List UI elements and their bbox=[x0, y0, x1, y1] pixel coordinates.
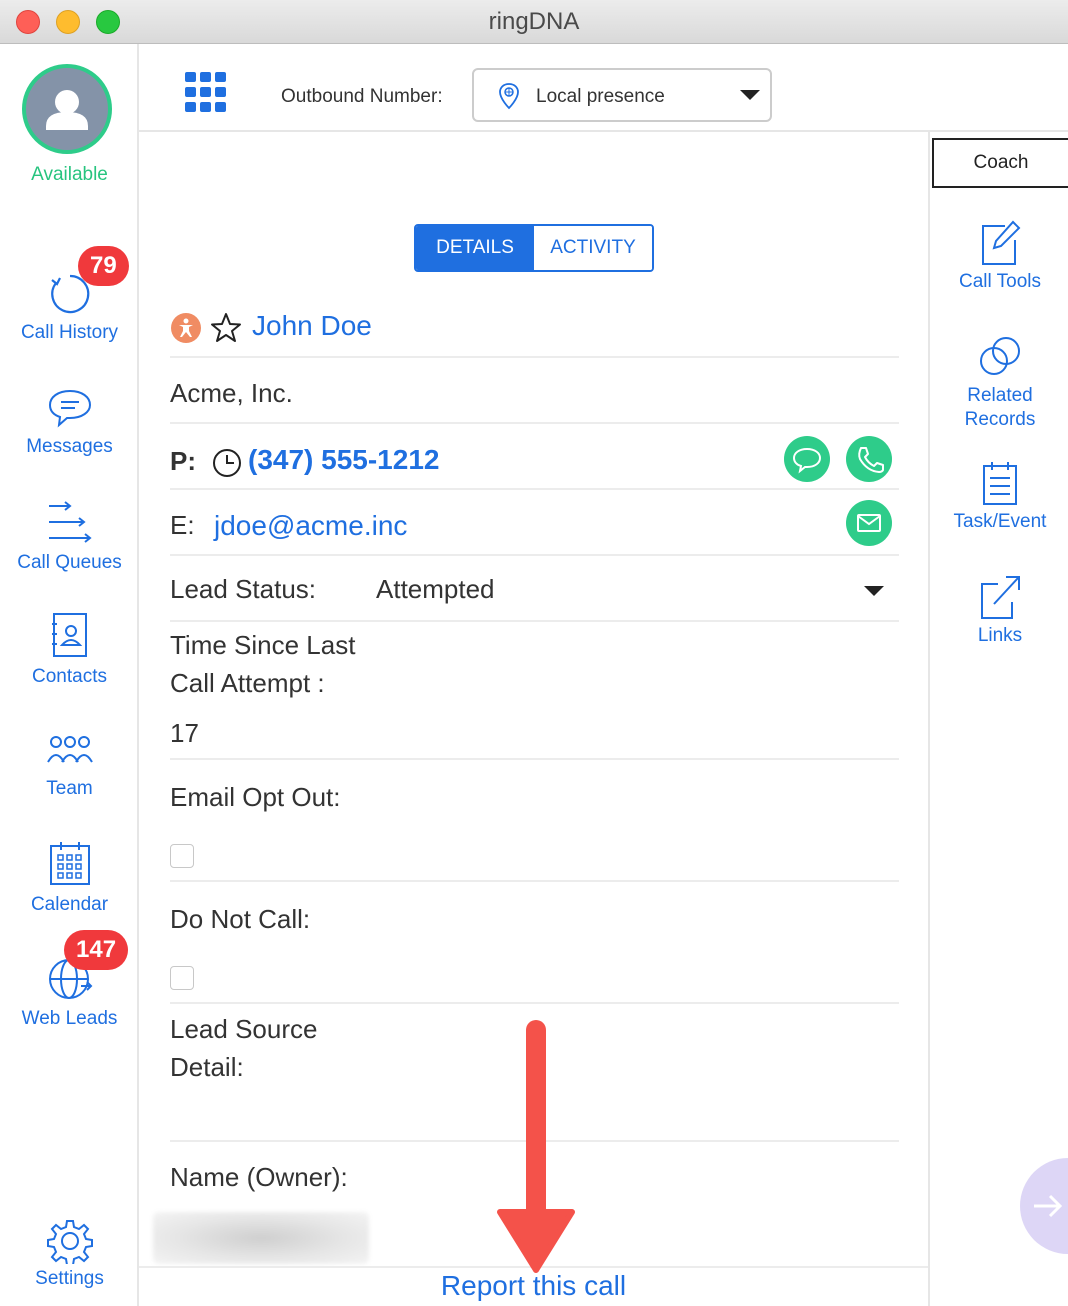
web-leads-badge: 147 bbox=[64, 930, 129, 970]
location-pin-icon bbox=[499, 83, 519, 110]
sidebar-item-label: Call History bbox=[20, 322, 119, 343]
availability-status[interactable]: Available bbox=[0, 164, 139, 186]
email-opt-out-row: Email Opt Out: bbox=[170, 760, 899, 882]
email-row: E: jdoe@acme.inc bbox=[170, 490, 899, 556]
task-list-icon bbox=[983, 462, 1017, 505]
contact-name-link[interactable]: John Doe bbox=[252, 310, 372, 342]
window-title: ringDNA bbox=[488, 8, 580, 35]
external-link-icon bbox=[981, 576, 1020, 619]
lead-status-select[interactable]: Attempted bbox=[376, 564, 896, 612]
team-icon bbox=[46, 736, 93, 763]
footer-divider bbox=[139, 1266, 928, 1268]
envelope-icon bbox=[857, 514, 881, 532]
outbound-number-label: Outbound Number: bbox=[281, 86, 443, 107]
email-label: E: bbox=[170, 510, 195, 540]
do-not-call-label: Do Not Call: bbox=[170, 904, 311, 934]
chevron-down-icon bbox=[740, 90, 760, 100]
owner-label: Name (Owner): bbox=[170, 1162, 348, 1192]
email-opt-out-label: Email Opt Out: bbox=[170, 782, 341, 812]
phone-number-link[interactable]: (347) 555-1212 bbox=[248, 444, 439, 476]
sidebar-item-calendar[interactable]: Calendar bbox=[0, 840, 139, 916]
email-link[interactable]: jdoe@acme.inc bbox=[214, 510, 407, 542]
chat-bubble-icon bbox=[48, 389, 91, 428]
lead-source-label: Lead Source Detail: bbox=[170, 1014, 318, 1082]
sidebar-item-messages[interactable]: Messages bbox=[0, 388, 139, 458]
calendar-icon bbox=[49, 842, 90, 885]
sidebar-item-contacts[interactable]: Contacts bbox=[0, 612, 139, 688]
rail-item-call-tools[interactable]: Call Tools bbox=[930, 220, 1068, 294]
lead-type-icon bbox=[171, 313, 201, 343]
rail-item-links[interactable]: Links bbox=[930, 574, 1068, 648]
phone-label: P: bbox=[170, 446, 196, 476]
window-titlebar: ringDNA bbox=[0, 0, 1068, 44]
owner-name-redacted bbox=[153, 1212, 369, 1264]
top-header: Outbound Number: Local presence bbox=[139, 44, 1068, 132]
sidebar-item-settings[interactable]: Settings bbox=[0, 1218, 139, 1290]
sidebar-item-label: Team bbox=[46, 778, 93, 799]
user-avatar[interactable] bbox=[22, 64, 112, 154]
rail-item-task-event[interactable]: Task/Event bbox=[930, 460, 1068, 534]
lead-status-label: Lead Status: bbox=[170, 574, 316, 604]
rail-item-related-records[interactable]: Related Records bbox=[930, 334, 1068, 432]
lead-source-row: Lead Source Detail: bbox=[170, 1004, 899, 1142]
send-email-button[interactable] bbox=[846, 500, 892, 546]
company-row: Acme, Inc. bbox=[170, 358, 899, 424]
sidebar-item-label: Call Queues bbox=[17, 552, 122, 573]
outbound-number-select[interactable]: Local presence bbox=[472, 68, 772, 122]
lead-status-row: Lead Status: Attempted bbox=[170, 556, 899, 622]
gear-icon bbox=[46, 1220, 93, 1264]
edit-document-icon bbox=[982, 220, 1021, 265]
tab-activity[interactable]: ACTIVITY bbox=[534, 226, 652, 270]
rail-item-label: Links bbox=[977, 625, 1023, 646]
user-avatar-icon bbox=[46, 90, 88, 130]
contact-name-row: John Doe bbox=[170, 300, 899, 358]
phone-row: P: (347) 555-1212 bbox=[170, 424, 899, 490]
rail-item-label: Call Tools bbox=[958, 271, 1042, 292]
do-not-call-checkbox[interactable] bbox=[170, 966, 194, 990]
star-icon[interactable] bbox=[210, 312, 242, 344]
time-since-last-call-row: Time Since Last Call Attempt : 17 bbox=[170, 622, 899, 760]
outbound-number-value: Local presence bbox=[536, 86, 665, 107]
queue-arrows-icon bbox=[48, 501, 92, 543]
sidebar-item-label: Contacts bbox=[32, 666, 107, 687]
sidebar-item-label: Web Leads bbox=[21, 1008, 118, 1029]
tab-details[interactable]: DETAILS bbox=[416, 226, 534, 270]
chat-bubble-icon bbox=[792, 447, 822, 474]
left-sidebar: Available Call History 79 Messages Call … bbox=[0, 44, 139, 1306]
email-opt-out-checkbox[interactable] bbox=[170, 844, 194, 868]
clock-icon bbox=[213, 449, 241, 477]
do-not-call-row: Do Not Call: bbox=[170, 882, 899, 1004]
coach-button[interactable]: Coach bbox=[932, 138, 1068, 188]
call-history-badge: 79 bbox=[78, 246, 129, 286]
rail-item-label: Related Records bbox=[964, 385, 1036, 430]
contact-card-icon bbox=[51, 613, 87, 657]
details-activity-tabs: DETAILS ACTIVITY bbox=[414, 224, 654, 272]
arrow-right-icon bbox=[1034, 1194, 1063, 1218]
contact-details-panel: DETAILS ACTIVITY John Doe Acme, Inc. P: … bbox=[139, 132, 928, 1306]
sidebar-item-label: Settings bbox=[35, 1268, 104, 1289]
sidebar-item-label: Messages bbox=[26, 436, 113, 457]
sidebar-item-call-queues[interactable]: Call Queues bbox=[0, 498, 139, 574]
company-name: Acme, Inc. bbox=[170, 378, 293, 408]
right-rail: Coach Call Tools Related Records Task/Ev… bbox=[928, 132, 1068, 1306]
sms-button[interactable] bbox=[784, 436, 830, 482]
linked-circles-icon bbox=[980, 337, 1020, 375]
sidebar-item-label: Calendar bbox=[30, 894, 109, 915]
call-button[interactable] bbox=[846, 436, 892, 482]
time-since-label: Time Since Last Call Attempt : bbox=[170, 630, 356, 698]
rail-item-label: Task/Event bbox=[953, 511, 1047, 532]
sidebar-item-team[interactable]: Team bbox=[0, 734, 139, 800]
chevron-down-icon bbox=[864, 586, 884, 596]
lead-status-value: Attempted bbox=[376, 574, 495, 604]
report-call-link[interactable]: Report this call bbox=[139, 1270, 928, 1302]
time-since-value: 17 bbox=[170, 718, 199, 748]
phone-icon bbox=[858, 447, 884, 473]
dialpad-button[interactable] bbox=[185, 72, 227, 112]
